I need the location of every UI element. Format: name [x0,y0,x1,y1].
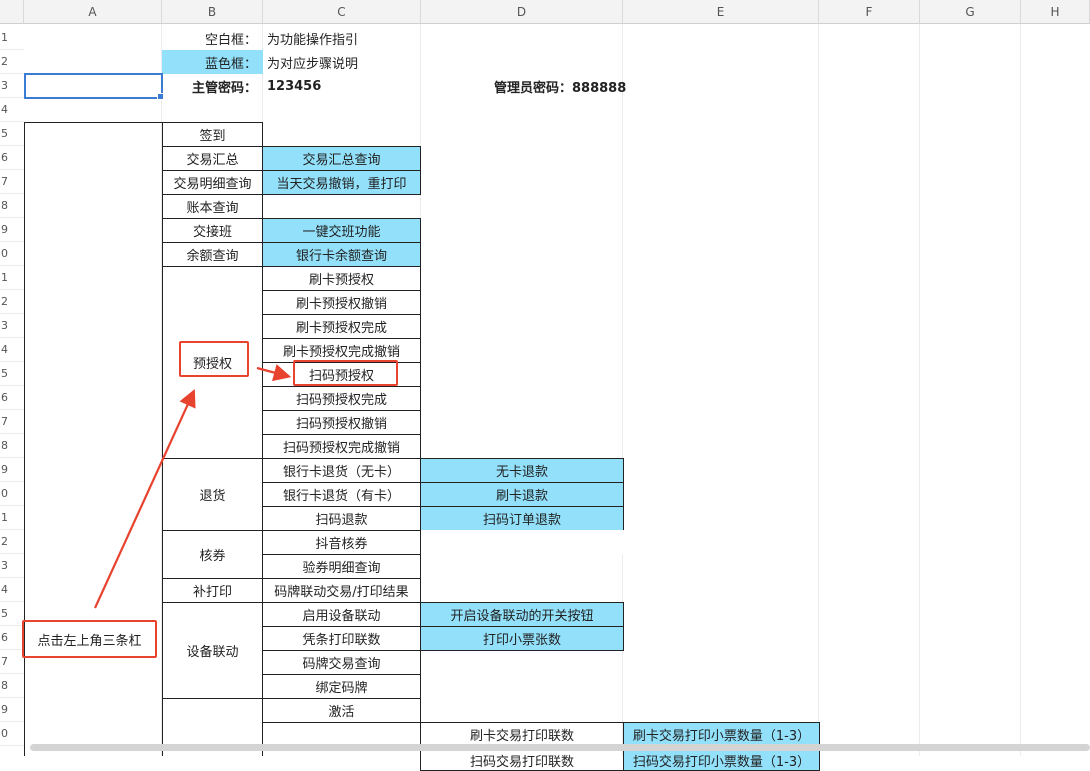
horizontal-scrollbar[interactable] [30,744,1090,751]
annotation-arrows [93,364,292,609]
arrow-to-preauth [93,388,196,609]
arrow-to-scan-preauth [256,364,292,382]
